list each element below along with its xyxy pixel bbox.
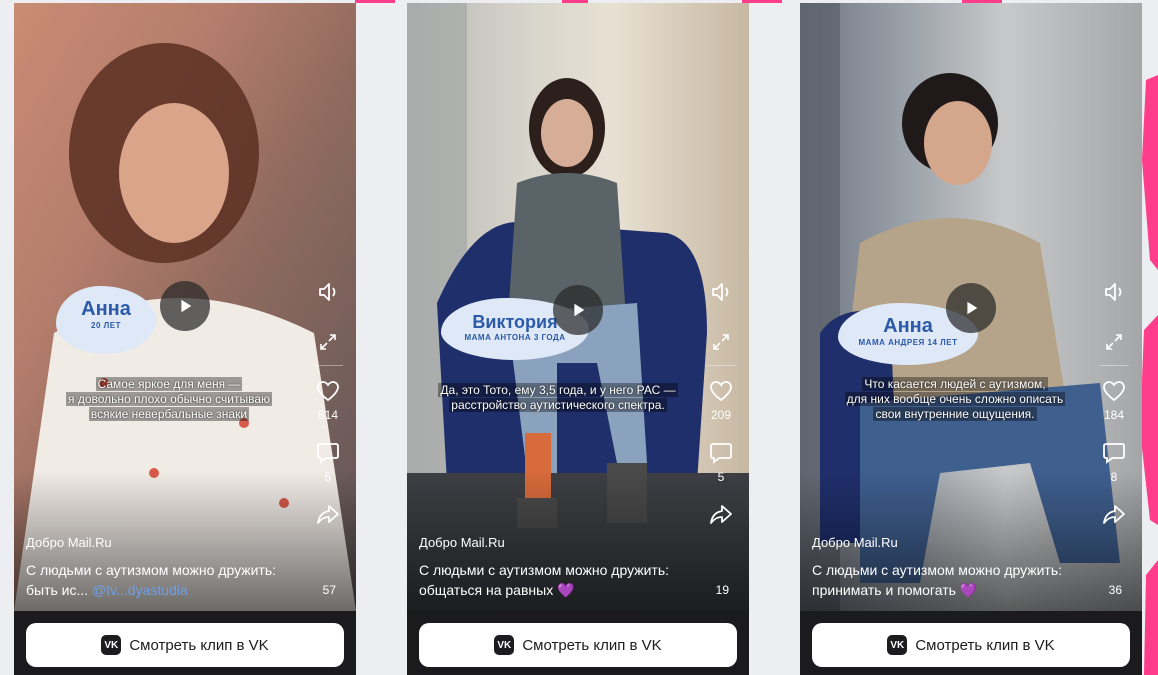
vk-logo-icon: VK [101, 635, 122, 655]
play-button[interactable] [946, 283, 996, 333]
like-count: 209 [710, 408, 732, 422]
subtitle-line: расстройство аутистического спектра. [449, 398, 667, 412]
heart-icon[interactable] [1101, 378, 1127, 404]
speaker-caption: МАМА АНТОНА 3 ГОДА [464, 333, 566, 342]
heart-icon[interactable] [315, 378, 341, 404]
play-icon [574, 303, 585, 317]
clip-footer: VK Смотреть клип в VK [14, 611, 356, 675]
watch-in-vk-button[interactable]: VK Смотреть клип в VK [812, 623, 1130, 667]
share-icon[interactable] [708, 502, 734, 528]
clip-card[interactable]: Виктория МАМА АНТОНА 3 ГОДА Да, это Тото… [407, 3, 749, 675]
vk-logo-icon: VK [494, 635, 515, 655]
heart-icon[interactable] [708, 378, 734, 404]
share-count: 36 [1108, 583, 1122, 597]
watch-in-vk-button[interactable]: VK Смотреть клип в VK [26, 623, 344, 667]
volume-icon[interactable] [708, 279, 734, 305]
accent-ribbon [1140, 75, 1158, 675]
play-icon [181, 299, 192, 313]
share-count: 19 [715, 583, 729, 597]
subtitle-line: Самое яркое для меня — [95, 377, 243, 391]
speaker-name: Анна [81, 298, 131, 320]
watch-in-vk-label: Смотреть клип в VK [129, 636, 269, 654]
action-rail: 209 5 [701, 279, 741, 528]
description-text: С людьми с аутизмом можно дружить: общат… [419, 562, 670, 598]
comment-count: 5 [717, 470, 725, 484]
subtitle-line: я довольно плохо обычно считываю [65, 392, 272, 406]
subtitle-line: Да, это Тото, ему 3,5 года, и у него РАС… [438, 383, 678, 397]
clip-description: С людьми с аутизмом можно дружить: быть … [26, 560, 296, 600]
clip-description: С людьми с аутизмом можно дружить: прини… [812, 560, 1082, 600]
clip-video[interactable]: Анна 20 ЛЕТ Самое яркое для меня — я дов… [14, 3, 356, 611]
clip-footer: VK Смотреть клип в VK [800, 611, 1142, 675]
like-count: 814 [317, 408, 339, 422]
clip-card[interactable]: Анна 20 ЛЕТ Самое яркое для меня — я дов… [14, 3, 356, 675]
video-subtitles: Что касается людей с аутизмом, для них в… [830, 377, 1080, 422]
comment-icon[interactable] [1101, 440, 1127, 466]
play-button[interactable] [160, 281, 210, 331]
accent-strip [355, 0, 395, 3]
watch-in-vk-label: Смотреть клип в VK [522, 636, 662, 654]
author-name[interactable]: Добро Mail.Ru [26, 535, 112, 550]
expand-icon[interactable] [317, 331, 339, 353]
author-name[interactable]: Добро Mail.Ru [812, 535, 898, 550]
subtitle-line: для них вообще очень сложно описать [844, 392, 1066, 406]
subtitle-line: Что касается людей с аутизмом, [862, 377, 1048, 391]
expand-icon[interactable] [710, 331, 732, 353]
video-subtitles: Да, это Тото, ему 3,5 года, и у него РАС… [417, 383, 699, 413]
clip-video[interactable]: Анна МАМА АНДРЕЯ 14 ЛЕТ Что касается люд… [800, 3, 1142, 611]
speaker-caption: МАМА АНДРЕЯ 14 ЛЕТ [858, 338, 958, 347]
share-icon[interactable] [315, 502, 341, 528]
watch-in-vk-button[interactable]: VK Смотреть клип в VK [419, 623, 737, 667]
comment-icon[interactable] [315, 440, 341, 466]
play-button[interactable] [553, 285, 603, 335]
author-name[interactable]: Добро Mail.Ru [419, 535, 505, 550]
volume-icon[interactable] [315, 279, 341, 305]
play-icon [967, 301, 978, 315]
comment-count: 5 [324, 470, 332, 484]
watch-in-vk-label: Смотреть клип в VK [915, 636, 1055, 654]
clip-card[interactable]: Анна МАМА АНДРЕЯ 14 ЛЕТ Что касается люд… [800, 3, 1142, 675]
comment-icon[interactable] [708, 440, 734, 466]
speaker-caption: 20 ЛЕТ [91, 321, 121, 330]
video-subtitles: Самое яркое для меня — я довольно плохо … [49, 377, 289, 422]
rail-divider [1099, 365, 1129, 366]
action-rail: 184 8 [1094, 279, 1134, 528]
comment-count: 8 [1110, 470, 1118, 484]
share-count: 57 [322, 583, 336, 597]
clip-footer: VK Смотреть клип в VK [407, 611, 749, 675]
volume-icon[interactable] [1101, 279, 1127, 305]
vk-logo-icon: VK [887, 635, 908, 655]
rail-divider [706, 365, 736, 366]
clip-video[interactable]: Виктория МАМА АНТОНА 3 ГОДА Да, это Тото… [407, 3, 749, 611]
action-rail: 814 5 [308, 279, 348, 528]
rail-divider [313, 365, 343, 366]
clip-description: С людьми с аутизмом можно дружить: общат… [419, 560, 689, 600]
description-text: С людьми с аутизмом можно дружить: прини… [812, 562, 1063, 598]
subtitle-line: свои внутренние ощущения. [873, 407, 1037, 421]
like-count: 184 [1103, 408, 1125, 422]
share-icon[interactable] [1101, 502, 1127, 528]
mention-link[interactable]: @tv...dyastudia [92, 582, 188, 598]
expand-icon[interactable] [1103, 331, 1125, 353]
speaker-tag: Анна 20 ЛЕТ [56, 286, 156, 354]
clips-feed: Анна 20 ЛЕТ Самое яркое для меня — я дов… [0, 0, 1158, 675]
subtitle-line: всякие невербальные знаки [88, 407, 250, 421]
